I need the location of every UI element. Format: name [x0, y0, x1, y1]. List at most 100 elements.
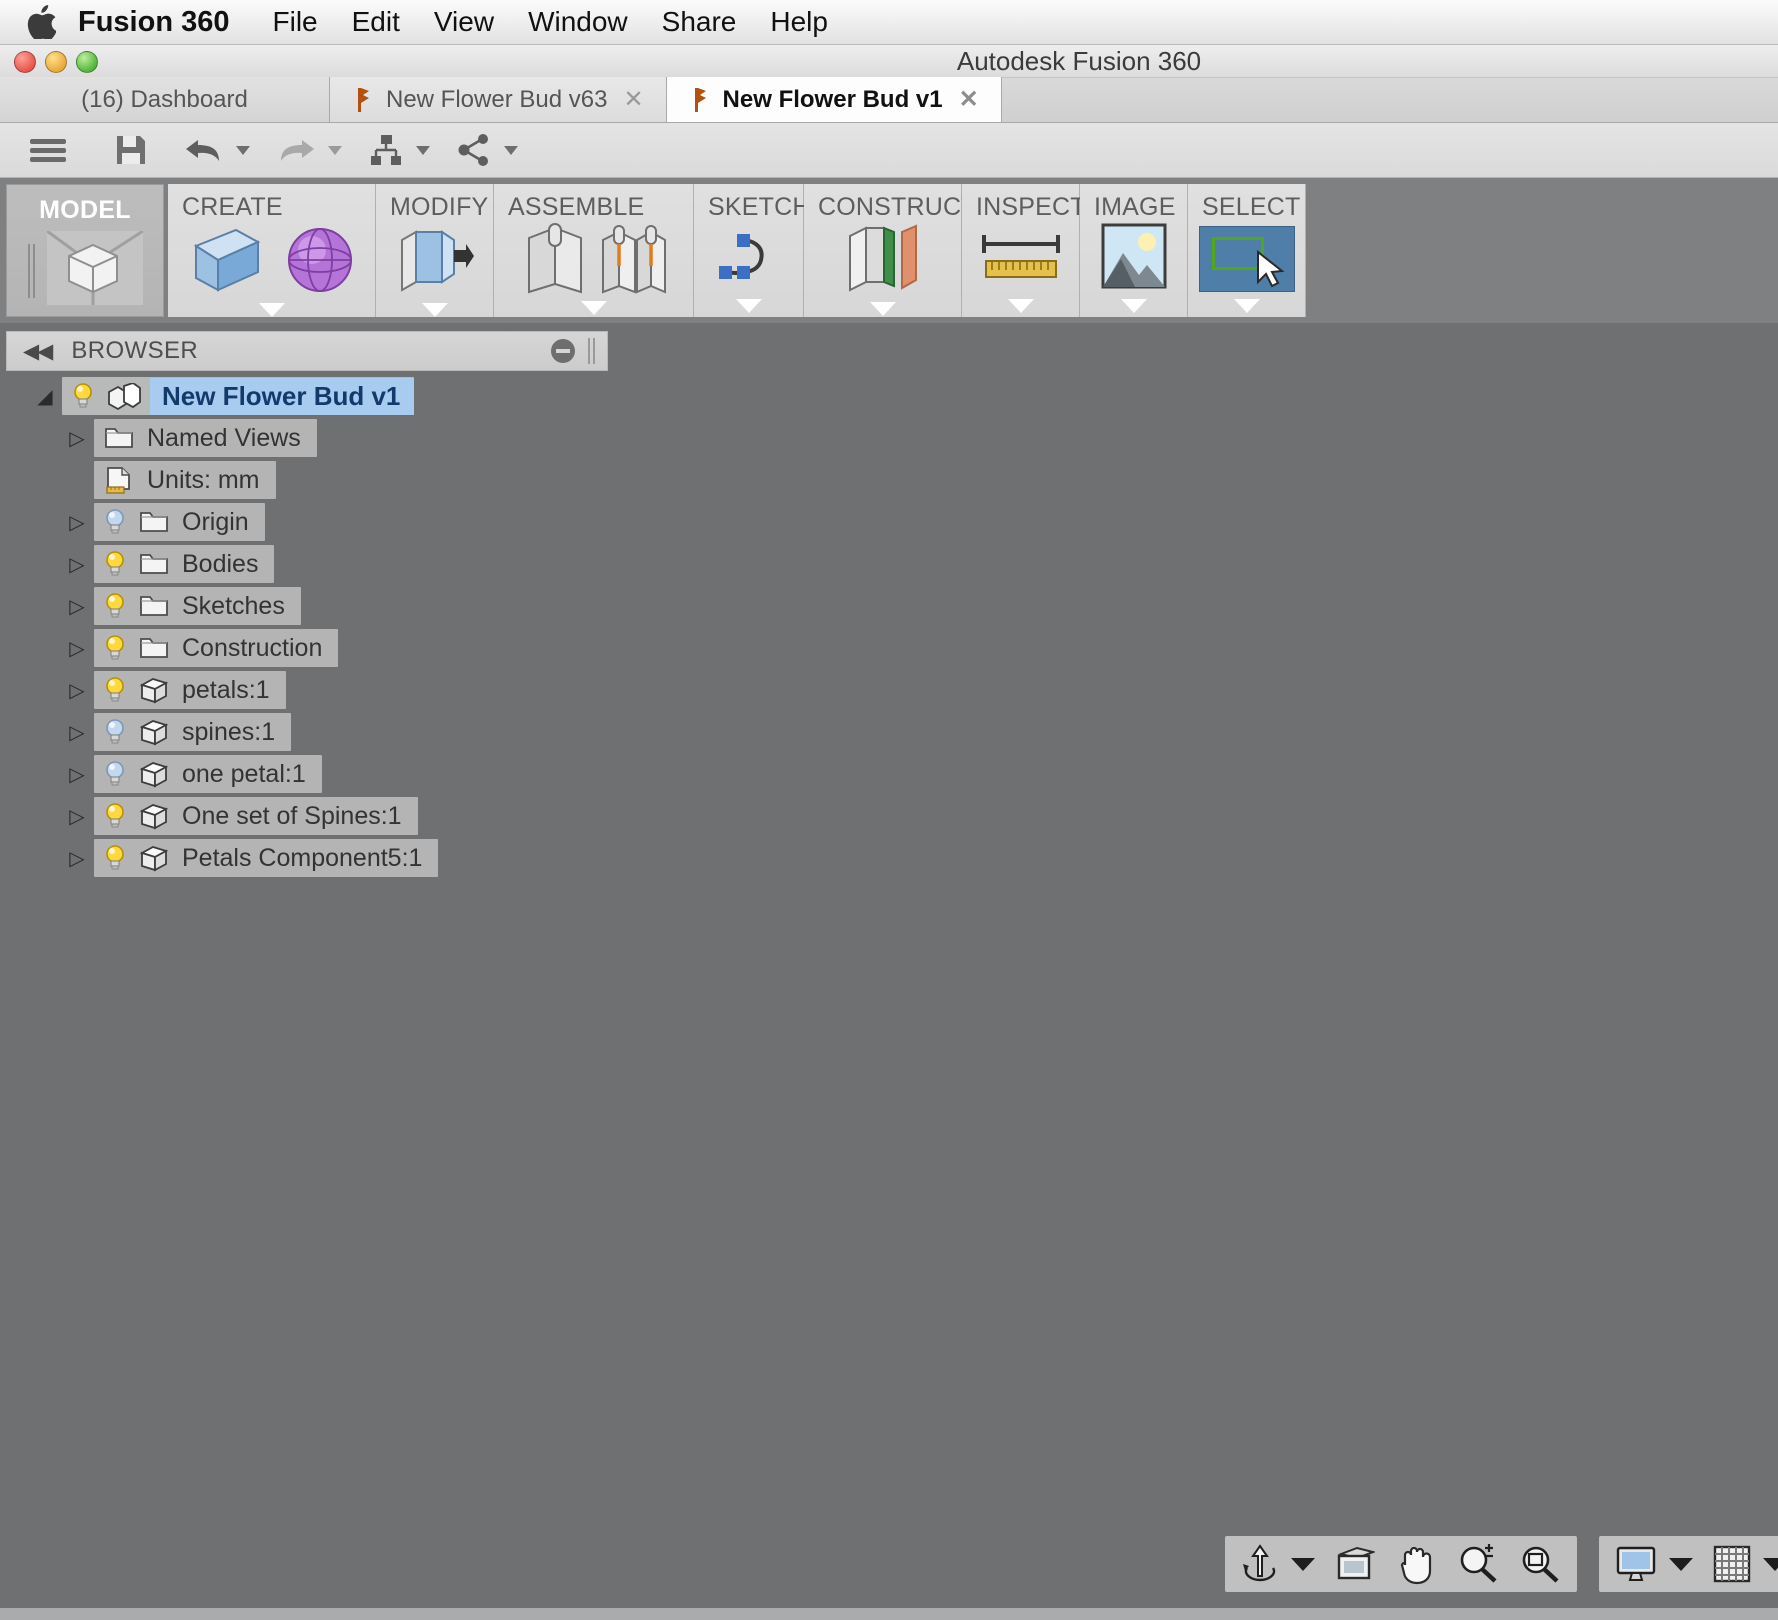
grid-dropdown-caret-icon[interactable]: [1763, 1557, 1778, 1571]
tree-item-sketches[interactable]: ▷ Sketches: [0, 585, 620, 627]
display-dropdown-caret-icon[interactable]: [1669, 1557, 1693, 1571]
image-panel-expand-caret-icon[interactable]: [1080, 295, 1187, 317]
close-icon[interactable]: ✕: [959, 85, 979, 114]
tree-item-petals-component5-1[interactable]: ▷ Petals Component5:1: [0, 837, 620, 879]
sitemap-icon[interactable]: [358, 128, 414, 172]
ribbon-panel-sketch[interactable]: SKETCH: [694, 184, 810, 317]
visibility-bulb-icon[interactable]: [104, 760, 126, 788]
measure-ruler-icon[interactable]: [978, 227, 1064, 290]
tree-item-petals-1[interactable]: ▷ petals:1: [0, 669, 620, 711]
tree-item-chip[interactable]: One set of Spines:1: [94, 797, 418, 835]
visibility-bulb-icon[interactable]: [72, 382, 94, 410]
visibility-bulb-icon[interactable]: [104, 508, 126, 536]
undo-arrow-icon[interactable]: [174, 128, 234, 172]
close-icon[interactable]: ✕: [623, 85, 643, 114]
orbit-button[interactable]: [1241, 1544, 1279, 1584]
visibility-bulb-icon[interactable]: [104, 592, 126, 620]
tree-item-bodies[interactable]: ▷ Bodies: [0, 543, 620, 585]
construct-panel-expand-caret-icon[interactable]: [804, 301, 961, 317]
tree-item-chip[interactable]: spines:1: [94, 713, 292, 751]
tab-new-flower-bud-v1[interactable]: New Flower Bud v1 ✕: [666, 77, 1002, 122]
expand-arrow-icon[interactable]: ▷: [60, 762, 94, 787]
tree-item-chip[interactable]: Bodies: [94, 545, 275, 583]
sphere-purple-icon[interactable]: [284, 224, 356, 301]
zoom-fit-button[interactable]: [1519, 1544, 1561, 1584]
expand-arrow-icon[interactable]: ◢: [28, 384, 62, 409]
visibility-bulb-icon[interactable]: [104, 802, 126, 830]
tree-item-chip[interactable]: Units: mm: [94, 461, 276, 499]
hamburger-icon[interactable]: [18, 128, 78, 172]
tree-item-named-views[interactable]: ▷ Named Views: [0, 417, 620, 459]
window-select-icon[interactable]: [1198, 225, 1295, 292]
inspect-panel-expand-caret-icon[interactable]: [962, 295, 1079, 317]
tab-dashboard[interactable]: (16) Dashboard: [0, 77, 330, 122]
redo-dropdown-caret-icon[interactable]: [328, 145, 342, 155]
tree-item-origin[interactable]: ▷ Origin: [0, 501, 620, 543]
menu-file[interactable]: File: [256, 5, 335, 39]
visibility-bulb-icon[interactable]: [104, 634, 126, 662]
visibility-bulb-icon[interactable]: [104, 718, 126, 746]
tree-item-one-set-of-spines-1[interactable]: ▷ One set of Spines:1: [0, 795, 620, 837]
look-at-button[interactable]: [1335, 1546, 1375, 1582]
offset-plane-icon[interactable]: [844, 222, 922, 301]
sitemap-dropdown-caret-icon[interactable]: [416, 145, 430, 155]
tree-item-one-petal-1[interactable]: ▷ one petal:1: [0, 753, 620, 795]
display-settings-button[interactable]: [1615, 1545, 1657, 1583]
tree-item-chip[interactable]: Petals Component5:1: [94, 839, 439, 877]
expand-arrow-icon[interactable]: ▷: [60, 552, 94, 577]
menu-app-name[interactable]: Fusion 360: [78, 5, 256, 39]
spline-sketch-icon[interactable]: [713, 226, 785, 291]
expand-arrow-icon[interactable]: ▷: [60, 594, 94, 619]
menu-view[interactable]: View: [417, 5, 511, 39]
tree-item-chip[interactable]: New Flower Bud v1: [62, 377, 415, 415]
pan-button[interactable]: [1397, 1543, 1435, 1585]
create-panel-expand-caret-icon[interactable]: [168, 303, 375, 317]
ribbon-panel-construct[interactable]: CONSTRUCT: [804, 184, 977, 317]
sketch-panel-expand-caret-icon[interactable]: [694, 295, 803, 317]
ribbon-panel-modify[interactable]: MODIFY: [376, 184, 494, 317]
expand-arrow-icon[interactable]: ▷: [60, 720, 94, 745]
ribbon-panel-inspect[interactable]: INSPECT: [962, 184, 1086, 317]
tree-item-chip[interactable]: Named Views: [94, 419, 317, 457]
tree-item-chip[interactable]: Origin: [94, 503, 265, 541]
ribbon-panel-image[interactable]: IMAGE: [1080, 184, 1188, 317]
select-panel-expand-caret-icon[interactable]: [1188, 295, 1305, 317]
workspace-switcher-model[interactable]: MODEL: [6, 184, 164, 317]
tree-item-chip[interactable]: petals:1: [94, 671, 286, 709]
ribbon-panel-select[interactable]: SELECT: [1188, 184, 1306, 317]
apple-logo-icon[interactable]: [26, 5, 56, 39]
expand-arrow-icon[interactable]: ▷: [60, 846, 94, 871]
expand-arrow-icon[interactable]: ▷: [60, 426, 94, 451]
tree-item-units-mm[interactable]: Units: mm: [0, 459, 620, 501]
tree-item-new-flower-bud-v1[interactable]: ◢ New Flower Bud v1: [0, 375, 620, 417]
panel-grip-icon[interactable]: [587, 338, 597, 364]
press-pull-icon[interactable]: [396, 222, 474, 303]
tree-item-construction[interactable]: ▷ Construction: [0, 627, 620, 669]
expand-arrow-icon[interactable]: ▷: [60, 510, 94, 535]
tree-item-spines-1[interactable]: ▷ spines:1: [0, 711, 620, 753]
floppy-save-icon[interactable]: [104, 128, 158, 172]
ribbon-panel-assemble[interactable]: ASSEMBLE: [494, 184, 694, 317]
ribbon-panel-create[interactable]: CREATE: [168, 184, 376, 317]
expand-arrow-icon[interactable]: ▷: [60, 678, 94, 703]
visibility-bulb-icon[interactable]: [104, 844, 126, 872]
collapse-browser-icon[interactable]: ◀◀: [23, 339, 53, 364]
expand-arrow-icon[interactable]: ▷: [60, 636, 94, 661]
grid-snaps-button[interactable]: [1713, 1545, 1751, 1583]
expand-arrow-icon[interactable]: ▷: [60, 804, 94, 829]
modify-panel-expand-caret-icon[interactable]: [376, 303, 493, 317]
assemble-panel-expand-caret-icon[interactable]: [494, 299, 693, 317]
zoom-in-button[interactable]: [1457, 1544, 1499, 1584]
menu-window[interactable]: Window: [511, 5, 645, 39]
tab-new-flower-bud-v63[interactable]: New Flower Bud v63 ✕: [330, 77, 667, 122]
tree-item-chip[interactable]: Construction: [94, 629, 339, 667]
ribbon-grip-icon[interactable]: [27, 243, 37, 298]
box-solid-icon[interactable]: [188, 222, 264, 303]
menu-edit[interactable]: Edit: [335, 5, 417, 39]
share-dropdown-caret-icon[interactable]: [504, 145, 518, 155]
redo-arrow-icon[interactable]: [266, 128, 326, 172]
minimize-circle-icon[interactable]: [551, 339, 575, 363]
new-component-icon[interactable]: [521, 222, 589, 299]
menu-share[interactable]: Share: [645, 5, 754, 39]
orbit-dropdown-caret-icon[interactable]: [1291, 1557, 1315, 1571]
